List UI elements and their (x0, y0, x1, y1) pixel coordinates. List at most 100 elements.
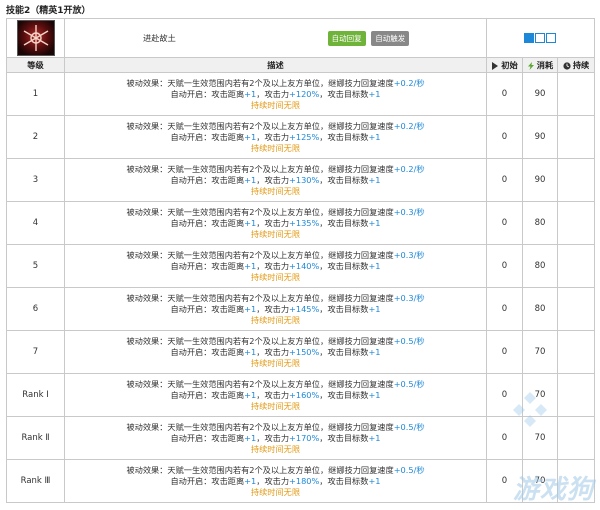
watermark-diamond-icon (513, 392, 547, 427)
row-description: 被动效果：天赋一生效范围内若有2个及以上友方单位，继娜技力回复速度+0.3/秒 … (64, 201, 487, 245)
desc-auto-range-label: 自动开启：攻击距离 (170, 260, 245, 271)
desc-atk-label: ，攻击力 (256, 260, 290, 271)
desc-auto-range-label: 自动开启：攻击距离 (170, 432, 245, 443)
col-initial-label: 初始 (501, 60, 518, 70)
desc-targets-label: ，攻击目标数 (319, 432, 369, 443)
row-level: 3 (6, 158, 65, 202)
desc-atk-label: ，攻击力 (256, 303, 290, 314)
row-description: 被动效果：天赋一生效范围内若有2个及以上友方单位，继娜技力回复速度+0.5/秒 … (64, 416, 487, 460)
desc-atk-value: +135% (289, 217, 320, 228)
desc-atk-label: ，攻击力 (256, 174, 290, 185)
skill-emblem-icon (16, 20, 55, 56)
desc-atk-label: ，攻击力 (256, 475, 290, 486)
desc-targets-value: +1 (368, 174, 381, 185)
desc-range-value: +1 (244, 475, 257, 486)
desc-auto-range-label: 自动开启：攻击距离 (170, 131, 245, 142)
row-initial: 0 (486, 244, 523, 288)
row-cost: 70 (522, 330, 558, 374)
skill-header-row: 进赴故土 自动回复 自动触发 (6, 18, 596, 58)
desc-targets-value: +1 (368, 432, 381, 443)
desc-atk-value: +170% (289, 432, 320, 443)
desc-auto-range-label: 自动开启：攻击距离 (170, 174, 245, 185)
lightning-icon (527, 61, 534, 70)
desc-auto-range-label: 自动开启：攻击距离 (170, 346, 245, 357)
desc-targets-label: ，攻击目标数 (319, 88, 369, 99)
desc-sp-rate: +0.5/秒 (393, 464, 425, 475)
desc-duration: 持续时间无限 (250, 314, 301, 325)
desc-range-value: +1 (244, 217, 257, 228)
skill-icon-cell (6, 18, 65, 58)
desc-sp-rate: +0.3/秒 (393, 292, 425, 303)
desc-passive: 被动效果：天赋一生效范围内若有2个及以上友方单位，继娜技力回复速度 (126, 378, 394, 389)
table-row: 5 被动效果：天赋一生效范围内若有2个及以上友方单位，继娜技力回复速度+0.3/… (6, 244, 596, 288)
desc-duration: 持续时间无限 (250, 400, 301, 411)
desc-targets-label: ，攻击目标数 (319, 346, 369, 357)
desc-sp-rate: +0.3/秒 (393, 249, 425, 260)
desc-targets-value: +1 (368, 389, 381, 400)
row-cost: 90 (522, 72, 558, 116)
desc-atk-label: ，攻击力 (256, 88, 290, 99)
desc-atk-value: +180% (289, 475, 320, 486)
desc-auto-range-label: 自动开启：攻击距离 (170, 88, 245, 99)
desc-range-value: +1 (244, 303, 257, 314)
desc-atk-label: ，攻击力 (256, 389, 290, 400)
desc-duration: 持续时间无限 (250, 271, 301, 282)
desc-passive: 被动效果：天赋一生效范围内若有2个及以上友方单位，继娜技力回复速度 (126, 163, 394, 174)
desc-targets-value: +1 (368, 475, 381, 486)
row-initial: 0 (486, 72, 523, 116)
row-duration (556, 416, 596, 460)
table-row: 7 被动效果：天赋一生效范围内若有2个及以上友方单位，继娜技力回复速度+0.5/… (6, 330, 596, 374)
desc-targets-label: ，攻击目标数 (319, 260, 369, 271)
desc-passive: 被动效果：天赋一生效范围内若有2个及以上友方单位，继娜技力回复速度 (126, 464, 394, 475)
desc-sp-rate: +0.2/秒 (393, 120, 425, 131)
col-level: 等级 (6, 57, 65, 73)
level-indicator-cell (485, 18, 596, 58)
desc-duration: 持续时间无限 (250, 99, 301, 110)
table-row: Rank Ⅲ 被动效果：天赋一生效范围内若有2个及以上友方单位，继娜技力回复速度… (6, 459, 596, 503)
col-cost: 消耗 (522, 57, 558, 73)
row-description: 被动效果：天赋一生效范围内若有2个及以上友方单位，继娜技力回复速度+0.2/秒 … (64, 72, 487, 116)
desc-range-value: +1 (244, 131, 257, 142)
row-description: 被动效果：天赋一生效范围内若有2个及以上友方单位，继娜技力回复速度+0.3/秒 … (64, 287, 487, 331)
desc-auto-range-label: 自动开启：攻击距离 (170, 303, 245, 314)
skill-name-cell: 进赴故土 自动回复 自动触发 (64, 18, 487, 58)
desc-passive: 被动效果：天赋一生效范围内若有2个及以上友方单位，继娜技力回复速度 (126, 120, 394, 131)
row-cost: 90 (522, 158, 558, 202)
row-duration (556, 201, 596, 245)
desc-passive: 被动效果：天赋一生效范围内若有2个及以上友方单位，继娜技力回复速度 (126, 292, 394, 303)
row-description: 被动效果：天赋一生效范围内若有2个及以上友方单位，继娜技力回复速度+0.5/秒 … (64, 330, 487, 374)
desc-atk-label: ，攻击力 (256, 432, 290, 443)
row-duration (556, 244, 596, 288)
table-row: 2 被动效果：天赋一生效范围内若有2个及以上友方单位，继娜技力回复速度+0.2/… (6, 115, 596, 159)
desc-duration: 持续时间无限 (250, 185, 301, 196)
desc-range-value: +1 (244, 174, 257, 185)
row-level: 1 (6, 72, 65, 116)
table-row: 3 被动效果：天赋一生效范围内若有2个及以上友方单位，继娜技力回复速度+0.2/… (6, 158, 596, 202)
row-cost: 80 (522, 201, 558, 245)
desc-atk-label: ，攻击力 (256, 131, 290, 142)
desc-duration: 持续时间无限 (250, 142, 301, 153)
row-initial: 0 (486, 115, 523, 159)
desc-targets-label: ，攻击目标数 (319, 475, 369, 486)
desc-atk-label: ，攻击力 (256, 217, 290, 228)
row-initial: 0 (486, 330, 523, 374)
col-cost-label: 消耗 (536, 60, 554, 70)
row-description: 被动效果：天赋一生效范围内若有2个及以上友方单位，继娜技力回复速度+0.3/秒 … (64, 244, 487, 288)
desc-atk-value: +150% (289, 346, 320, 357)
col-initial: 初始 (486, 57, 523, 73)
desc-auto-range-label: 自动开启：攻击距离 (170, 475, 245, 486)
row-duration (556, 72, 596, 116)
desc-atk-label: ，攻击力 (256, 346, 290, 357)
desc-targets-label: ，攻击目标数 (319, 131, 369, 142)
row-duration (556, 115, 596, 159)
clock-icon (563, 61, 571, 70)
row-level: 7 (6, 330, 65, 374)
desc-range-value: +1 (244, 346, 257, 357)
desc-duration: 持续时间无限 (250, 443, 301, 454)
desc-targets-label: ，攻击目标数 (319, 389, 369, 400)
row-initial: 0 (486, 201, 523, 245)
desc-sp-rate: +0.2/秒 (393, 77, 425, 88)
desc-atk-value: +120% (289, 88, 320, 99)
desc-range-value: +1 (244, 88, 257, 99)
row-description: 被动效果：天赋一生效范围内若有2个及以上友方单位，继娜技力回复速度+0.5/秒 … (64, 459, 487, 503)
